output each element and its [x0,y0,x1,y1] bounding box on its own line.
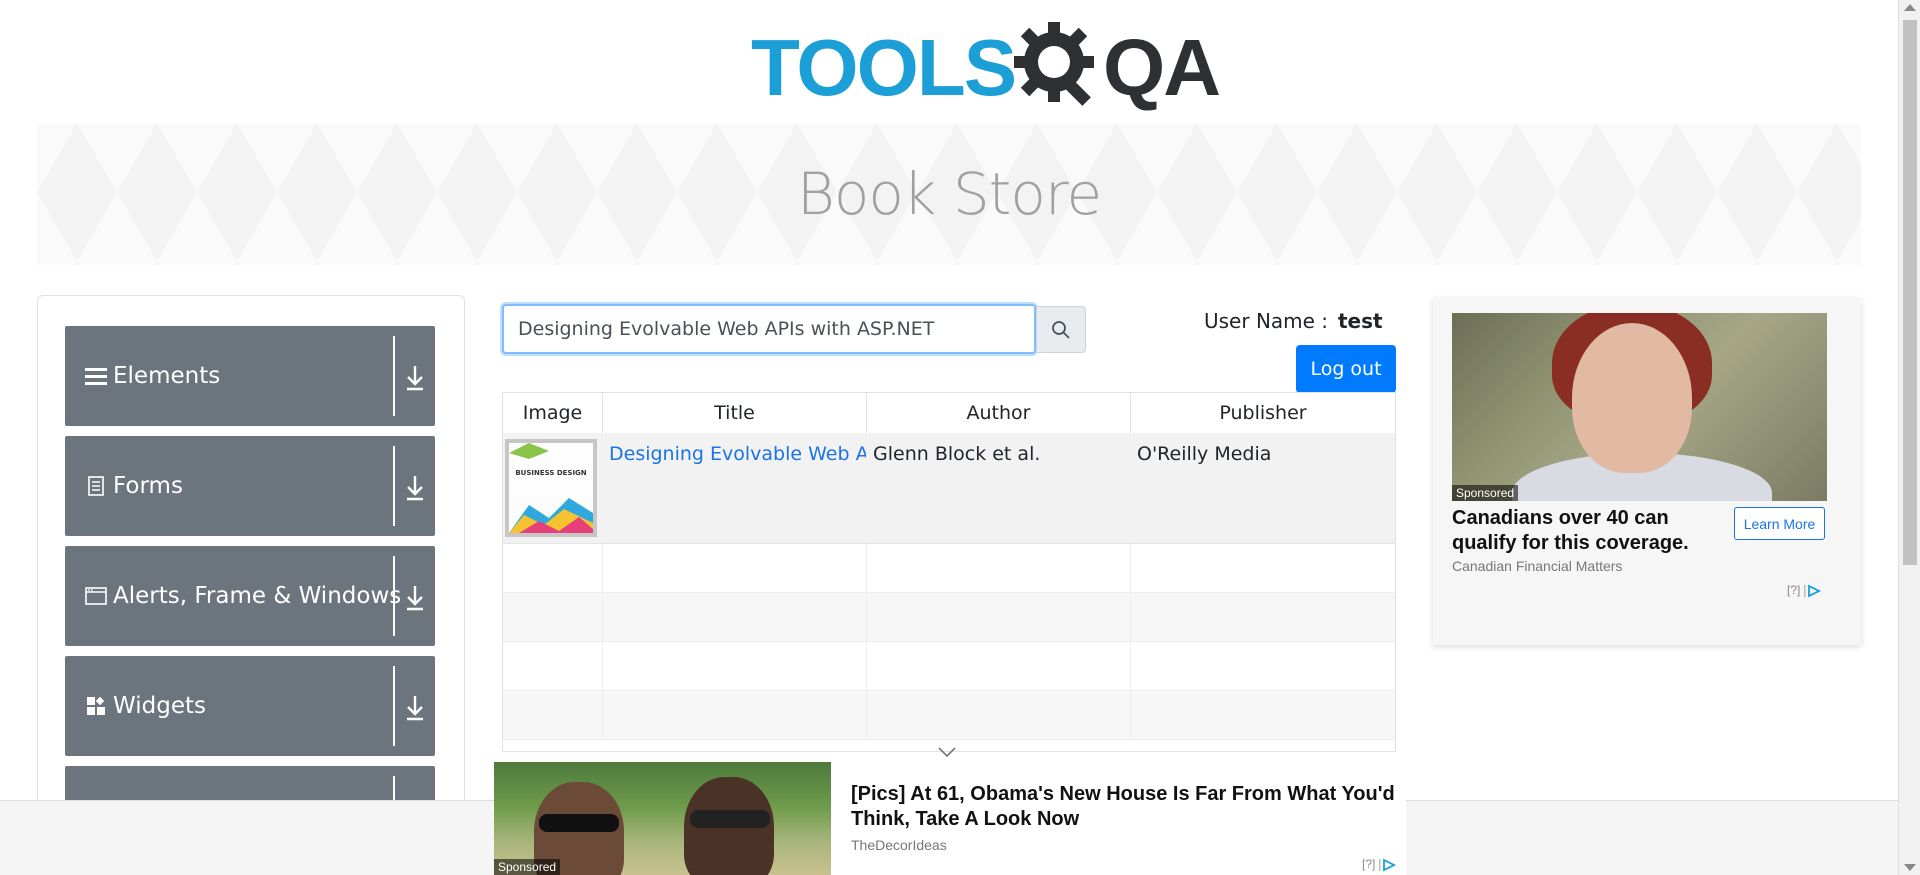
document-icon [85,475,107,497]
username-value: test [1338,309,1383,333]
ad-info-link[interactable]: [?] [1787,583,1822,598]
cover-art [509,443,593,533]
menu-group-elements[interactable]: Elements [65,326,435,426]
window-icon [85,585,107,607]
logo-tools-text: TOOLS [751,23,1017,112]
ad-image[interactable]: Sponsored [494,762,831,875]
table-cell-publisher: O'Reilly Media [1137,443,1272,465]
table-row-empty [503,691,1395,740]
menu-group-label: Forms [113,473,183,499]
ad-headline[interactable]: Canadians over 40 can qualify for this c… [1452,506,1732,556]
column-header-author[interactable]: Author [867,393,1131,433]
table-header: Image Title Author Publisher [503,393,1395,433]
menu-group-label: Elements [113,363,221,389]
sponsored-label: Sponsored [1452,485,1519,501]
menu-group-label: Widgets [113,693,206,719]
logout-button[interactable]: Log out [1296,345,1396,393]
learn-more-button[interactable]: Learn More [1734,507,1825,540]
menu-group-widgets[interactable]: Widgets [65,656,435,756]
books-table: Image Title Author Publisher BUSINESS DE… [502,392,1396,752]
sponsored-label: Sponsored [494,859,561,875]
chevron-down-icon[interactable] [937,745,957,759]
column-header-publisher[interactable]: Publisher [1131,393,1395,433]
scroll-down-arrow-icon[interactable] [1904,864,1916,871]
search-button[interactable] [1036,306,1086,353]
scroll-thumb[interactable] [1903,20,1917,565]
hamburger-icon [85,365,107,387]
search-input[interactable] [502,304,1036,354]
download-icon[interactable] [403,472,427,502]
ad-image[interactable]: Sponsored [1452,313,1827,501]
download-icon[interactable] [403,692,427,722]
adchoices-icon [1378,858,1396,872]
page-banner: Book Store [37,124,1861,265]
menu-group-forms[interactable]: Forms [65,436,435,536]
table-row-empty [503,642,1395,691]
toolsqa-logo[interactable]: TOOLS QA [751,20,1221,112]
widgets-icon [85,695,107,717]
menu-group-alerts[interactable]: Alerts, Frame & Windows [65,546,435,646]
table-row-empty [503,544,1395,593]
book-title-link[interactable]: Designing Evolvable Web APIs with ASP.NE… [609,443,866,465]
table-row: BUSINESS DESIGN Designing Evolvable Web … [503,433,1395,544]
ad-source: TheDecorIdeas [851,837,947,853]
gear-magnifier-icon [1014,22,1094,106]
divider [393,446,395,526]
scroll-up-arrow-icon[interactable] [1904,4,1916,11]
adchoices-icon [1803,584,1821,598]
download-icon[interactable] [403,362,427,392]
column-header-title[interactable]: Title [603,393,867,433]
logo-qa-text: QA [1103,23,1221,112]
table-row-empty [503,593,1395,642]
page-scrollbar[interactable] [1898,0,1920,875]
ad-source: Canadian Financial Matters [1452,558,1623,574]
ad-info-link[interactable]: [?] [1362,857,1397,872]
book-cover-image: BUSINESS DESIGN [505,439,597,537]
sponsored-ad-bottom[interactable]: Sponsored [Pics] At 61, Obama's New Hous… [494,762,1406,875]
search-icon [1052,320,1070,339]
ad-headline[interactable]: [Pics] At 61, Obama's New House Is Far F… [851,782,1406,832]
left-menu-panel: Elements Forms Alerts, Frame & Windows W… [37,295,465,875]
download-icon[interactable] [403,582,427,612]
username-label: User Name : [1204,309,1329,333]
table-cell-author: Glenn Block et al. [867,433,1131,543]
menu-group-label: Alerts, Frame & Windows [113,583,402,609]
divider [393,336,395,416]
divider [393,556,395,636]
page-title: Book Store [796,160,1102,228]
column-header-image[interactable]: Image [503,393,603,433]
table-cell-title: Designing Evolvable Web APIs with ASP.NE… [603,433,867,543]
sponsored-ad-right[interactable]: Sponsored Canadians over 40 can qualify … [1433,298,1861,645]
divider [393,666,395,746]
table-cell-image: BUSINESS DESIGN [503,433,603,543]
